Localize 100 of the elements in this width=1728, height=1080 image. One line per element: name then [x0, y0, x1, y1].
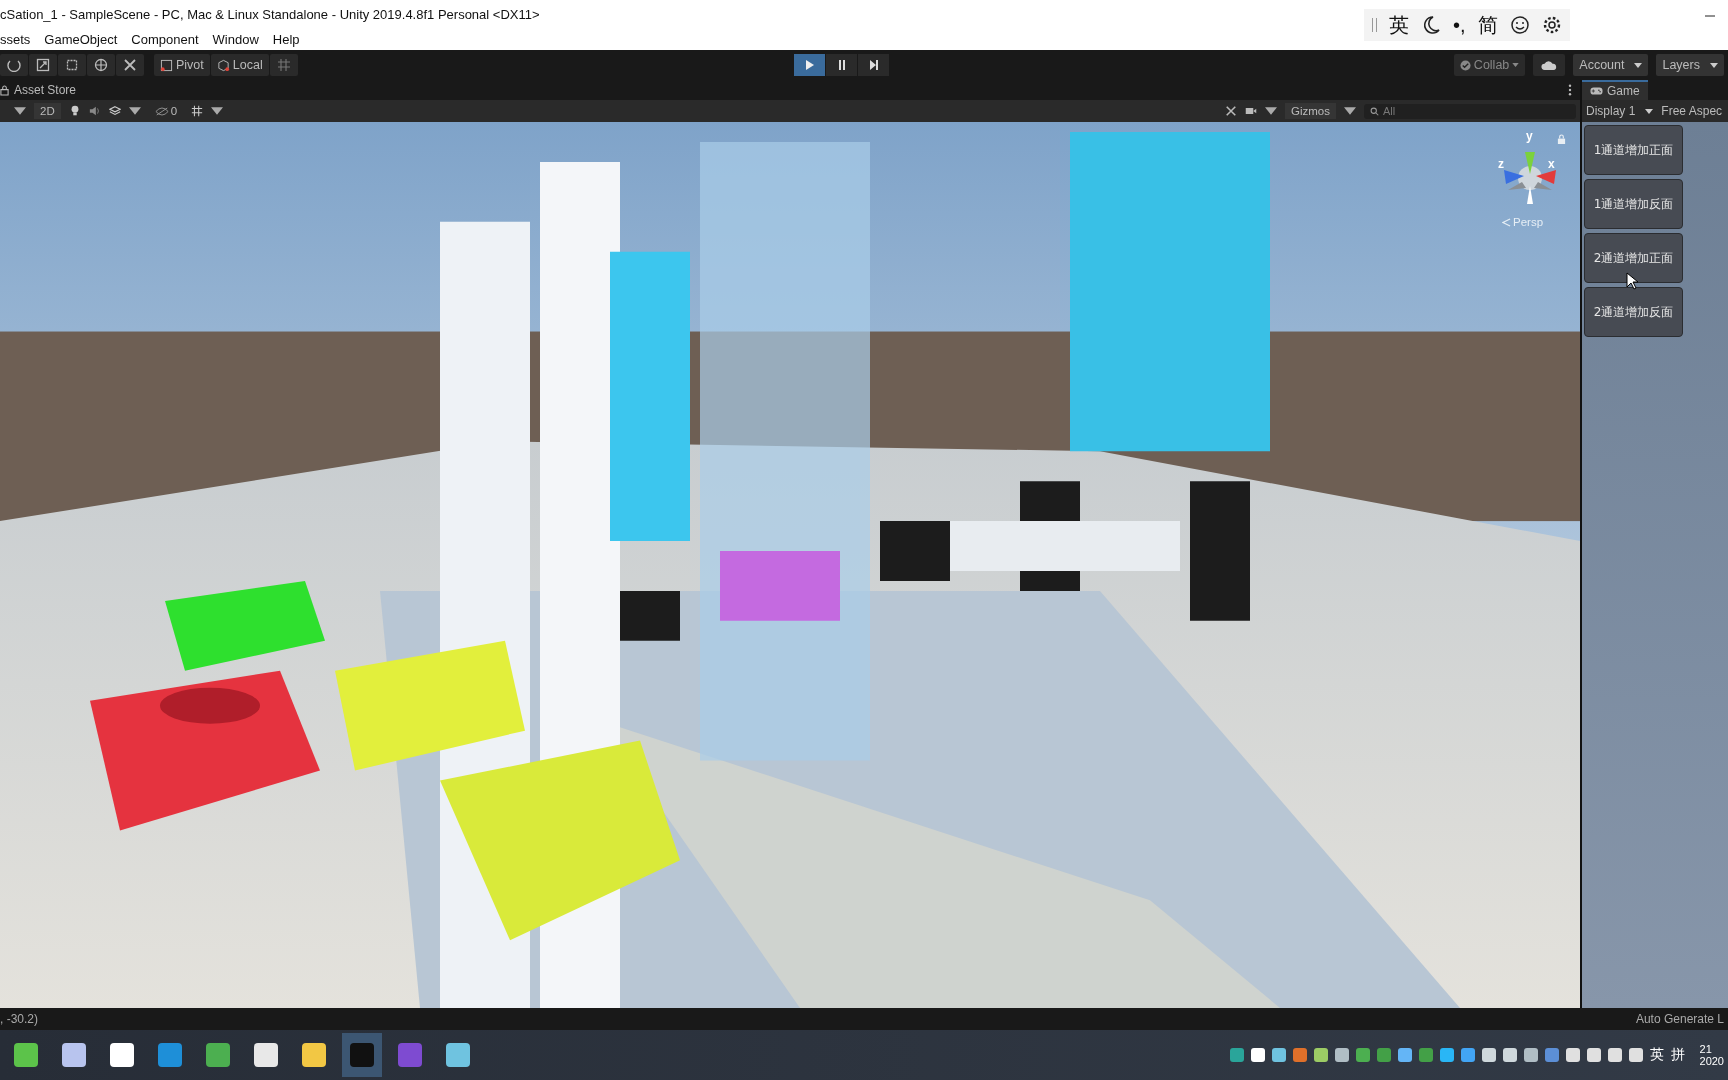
- rect-tool-button[interactable]: [58, 54, 86, 76]
- scale-tool-button[interactable]: [29, 54, 57, 76]
- app-icon: [158, 1043, 182, 1067]
- menu-item[interactable]: Window: [212, 31, 259, 47]
- app-icon: [446, 1043, 470, 1067]
- app-icon: [398, 1043, 422, 1067]
- menu-item[interactable]: Component: [131, 31, 199, 47]
- layers-dropdown[interactable]: Layers: [1656, 54, 1724, 76]
- caret-icon: [1645, 108, 1654, 114]
- game-ui-button[interactable]: 1通道增加反面: [1584, 179, 1683, 229]
- search-icon: [1370, 106, 1379, 116]
- tray-icon[interactable]: [1313, 1048, 1328, 1062]
- display-dropdown[interactable]: Display 1: [1586, 104, 1654, 118]
- tray-icon[interactable]: [1565, 1048, 1580, 1062]
- caret-icon[interactable]: [14, 105, 26, 117]
- scene-viewport-drawing[interactable]: [0, 122, 1580, 1008]
- tray-icon[interactable]: [1439, 1048, 1454, 1062]
- grid-snap-button[interactable]: [269, 54, 298, 76]
- clock-text[interactable]: 21: [1699, 1043, 1712, 1055]
- pause-icon: [836, 59, 847, 71]
- menu-item[interactable]: GameObject: [44, 31, 118, 47]
- step-button[interactable]: [858, 54, 889, 76]
- gizmos-dropdown[interactable]: Gizmos: [1285, 103, 1336, 119]
- layers-icon[interactable]: [108, 105, 121, 117]
- search-field[interactable]: All: [1364, 103, 1576, 119]
- tray-icon[interactable]: [1481, 1048, 1496, 1062]
- tray-icon[interactable]: [1271, 1048, 1286, 1062]
- input-language-indicator[interactable]: 拼: [1670, 1046, 1685, 1064]
- 2d-toggle[interactable]: 2D: [34, 103, 61, 119]
- rotate-tool-button[interactable]: [0, 54, 28, 76]
- app-icon: [206, 1043, 230, 1067]
- input-method-item[interactable]: 简: [1477, 11, 1498, 39]
- tray-icon[interactable]: [1334, 1048, 1349, 1062]
- app-icon: [350, 1043, 374, 1067]
- input-method-item[interactable]: 英: [1389, 11, 1409, 39]
- tray-icon[interactable]: [1523, 1048, 1538, 1062]
- axis-label: z: [1498, 158, 1504, 170]
- caret-icon[interactable]: [1344, 105, 1356, 117]
- game-ui-button[interactable]: 2通道增加反面: [1584, 287, 1683, 337]
- step-icon: [868, 59, 879, 71]
- smiley-icon[interactable]: [1509, 15, 1530, 35]
- checkmark-icon: [1459, 59, 1471, 71]
- cloud-icon: [1541, 59, 1558, 71]
- caret-icon: [1512, 63, 1520, 67]
- pivot-button[interactable]: Pivot: [154, 54, 210, 76]
- tray-icon[interactable]: [1628, 1048, 1643, 1062]
- caret-icon: [1634, 62, 1643, 68]
- window-title: cSation_1 - SampleScene - PC, Mac & Linux Standalone - Unity 2019.4.8f1 Personal <DX11>: [0, 6, 540, 22]
- speaker-icon[interactable]: [88, 105, 101, 117]
- asset-store-tab[interactable]: Asset Store: [0, 83, 83, 97]
- app-icon: [254, 1043, 278, 1067]
- play-button[interactable]: [794, 54, 825, 76]
- more-options-icon[interactable]: [1568, 84, 1572, 96]
- rotate-icon: [7, 58, 21, 72]
- app-icon: [110, 1043, 134, 1067]
- local-button[interactable]: Local: [210, 54, 269, 76]
- caret-icon[interactable]: [211, 105, 224, 117]
- pivot-icon: [160, 58, 173, 72]
- play-icon: [804, 59, 815, 71]
- aspect-dropdown[interactable]: Free Aspec: [1661, 104, 1723, 118]
- perspective-icon: [1502, 217, 1511, 227]
- tray-icon[interactable]: [1586, 1048, 1601, 1062]
- account-dropdown[interactable]: Account: [1573, 54, 1649, 76]
- axis-label: y: [1526, 130, 1533, 142]
- app-icon: [14, 1043, 38, 1067]
- tools-icon[interactable]: [1225, 105, 1237, 117]
- tray-icon[interactable]: [1250, 1048, 1265, 1062]
- mouse-cursor-icon: [1626, 272, 1638, 290]
- transform-tool-button[interactable]: [87, 54, 115, 76]
- input-method-item[interactable]: •,: [1453, 13, 1466, 37]
- caret-icon[interactable]: [128, 105, 141, 117]
- cube-icon: [216, 58, 230, 72]
- caret-icon[interactable]: [1265, 105, 1277, 117]
- tray-icon[interactable]: [1397, 1048, 1412, 1062]
- camera-icon[interactable]: [1245, 105, 1257, 117]
- lock-icon: [0, 84, 9, 96]
- game-ui-button[interactable]: 2通道增加正面: [1584, 233, 1683, 283]
- moon-icon[interactable]: [1421, 15, 1441, 35]
- clock-text[interactable]: 2020: [1699, 1055, 1724, 1067]
- caret-icon: [1710, 62, 1718, 68]
- scale-icon: [36, 58, 50, 72]
- game-tab[interactable]: Game: [1582, 80, 1648, 100]
- tools-icon: [123, 58, 137, 72]
- hidden-objects-toggle[interactable]: 0: [148, 103, 184, 119]
- input-language-indicator[interactable]: 英: [1649, 1046, 1664, 1064]
- tray-icon[interactable]: [1502, 1048, 1517, 1062]
- gamepad-icon: [1590, 87, 1603, 95]
- tray-icon[interactable]: [1607, 1048, 1622, 1062]
- menu-item[interactable]: Help: [272, 31, 300, 47]
- hidden-eye-icon: [154, 106, 169, 116]
- game-ui-button[interactable]: 1通道增加正面: [1584, 125, 1683, 175]
- settings-icon[interactable]: [1541, 15, 1562, 35]
- transform-icon: [94, 58, 108, 72]
- tools-tool-button[interactable]: [116, 54, 144, 76]
- menu-item[interactable]: ssets: [0, 31, 31, 47]
- grid-icon[interactable]: [191, 105, 204, 117]
- pause-button[interactable]: [826, 54, 857, 76]
- cloud-button[interactable]: [1533, 54, 1566, 76]
- status-text: , -30.2): [0, 1012, 38, 1026]
- collab-dropdown[interactable]: Collab: [1453, 54, 1526, 76]
